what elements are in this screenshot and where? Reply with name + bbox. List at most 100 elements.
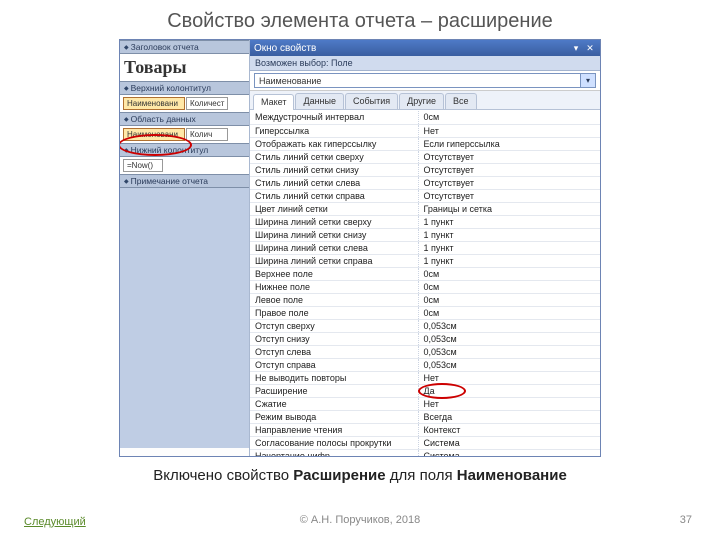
property-value[interactable]: 0,053см <box>418 332 600 345</box>
tab-all[interactable]: Все <box>445 93 477 109</box>
property-name: Отступ слева <box>250 345 418 358</box>
access-designer-window: Заголовок отчета Товары Верхний колонтит… <box>119 39 601 457</box>
property-value[interactable]: 0см <box>418 280 600 293</box>
dropdown-icon[interactable]: ▾ <box>570 42 582 54</box>
property-row[interactable]: РасширениеДа <box>250 384 600 397</box>
property-name: Ширина линий сетки справа <box>250 254 418 267</box>
property-name: Отступ справа <box>250 358 418 371</box>
property-name: Ширина линий сетки снизу <box>250 228 418 241</box>
property-value[interactable]: Границы и сетка <box>418 202 600 215</box>
property-value[interactable]: Если гиперссылка <box>418 137 600 150</box>
section-page-header[interactable]: Верхний колонтитул <box>120 81 249 95</box>
section-report-header[interactable]: Заголовок отчета <box>120 40 249 54</box>
property-value[interactable]: Отсутствует <box>418 176 600 189</box>
property-row[interactable]: Междустрочный интервал0см <box>250 111 600 124</box>
property-name: Правое поле <box>250 306 418 319</box>
property-value[interactable]: Всегда <box>418 410 600 423</box>
property-value[interactable]: 1 пункт <box>418 241 600 254</box>
report-title-label[interactable]: Товары <box>120 54 249 81</box>
property-row[interactable]: Левое поле0см <box>250 293 600 306</box>
property-row[interactable]: Ширина линий сетки справа1 пункт <box>250 254 600 267</box>
property-row[interactable]: Стиль линий сетки сверхуОтсутствует <box>250 150 600 163</box>
property-row[interactable]: Начертание цифрСистема <box>250 449 600 456</box>
section-detail[interactable]: Область данных <box>120 112 249 126</box>
selection-name-value: Наименование <box>259 76 321 86</box>
property-name: Сжатие <box>250 397 418 410</box>
property-name: Расширение <box>250 384 418 397</box>
property-row[interactable]: Правое поле0см <box>250 306 600 319</box>
property-name: Ширина линий сетки слева <box>250 241 418 254</box>
property-row[interactable]: Отображать как гиперссылкуЕсли гиперссыл… <box>250 137 600 150</box>
property-row[interactable]: Отступ слева0,053см <box>250 345 600 358</box>
property-value[interactable]: Контекст <box>418 423 600 436</box>
tab-events[interactable]: События <box>345 93 398 109</box>
property-value[interactable]: 1 пункт <box>418 215 600 228</box>
property-value[interactable]: 0,053см <box>418 319 600 332</box>
property-row[interactable]: Ширина линий сетки слева1 пункт <box>250 241 600 254</box>
chevron-down-icon[interactable]: ▾ <box>580 74 595 87</box>
property-name: Стиль линий сетки сверху <box>250 150 418 163</box>
property-sheet-titlebar: Окно свойств ▾ ✕ <box>250 40 600 56</box>
property-value[interactable]: 1 пункт <box>418 228 600 241</box>
property-row[interactable]: Ширина линий сетки снизу1 пункт <box>250 228 600 241</box>
close-icon[interactable]: ✕ <box>584 42 596 54</box>
property-value[interactable]: Система <box>418 449 600 456</box>
property-value[interactable]: Да <box>418 384 600 397</box>
property-row[interactable]: Отступ сверху0,053см <box>250 319 600 332</box>
property-name: Начертание цифр <box>250 449 418 456</box>
property-value[interactable]: Нет <box>418 371 600 384</box>
report-design-surface: Заголовок отчета Товары Верхний колонтит… <box>120 40 250 456</box>
detail-field-name[interactable]: Наименовани <box>123 128 185 141</box>
property-row[interactable]: Отступ справа0,053см <box>250 358 600 371</box>
property-value[interactable]: 0см <box>418 306 600 319</box>
selection-name-combo[interactable]: Наименование ▾ <box>254 73 596 88</box>
footer-now[interactable]: =Now() <box>123 159 163 172</box>
property-value[interactable]: 0,053см <box>418 358 600 371</box>
copyright: © А.Н. Поручиков, 2018 <box>0 514 720 526</box>
property-row[interactable]: Ширина линий сетки сверху1 пункт <box>250 215 600 228</box>
section-page-footer[interactable]: Нижний колонтитул <box>120 143 249 157</box>
property-value[interactable]: Нет <box>418 124 600 137</box>
property-value[interactable]: 0,053см <box>418 345 600 358</box>
property-value[interactable]: Отсутствует <box>418 163 600 176</box>
property-name: Нижнее поле <box>250 280 418 293</box>
property-row[interactable]: СжатиеНет <box>250 397 600 410</box>
page-number: 37 <box>680 514 692 526</box>
header-field-name[interactable]: Наименовани <box>123 97 185 110</box>
property-row[interactable]: Не выводить повторыНет <box>250 371 600 384</box>
property-name: Не выводить повторы <box>250 371 418 384</box>
property-value[interactable]: 0см <box>418 111 600 124</box>
property-sheet-title: Окно свойств <box>254 43 316 54</box>
property-value[interactable]: Отсутствует <box>418 189 600 202</box>
property-value[interactable]: 0см <box>418 267 600 280</box>
detail-field-qty[interactable]: Колич <box>186 128 228 141</box>
property-row[interactable]: Отступ снизу0,053см <box>250 332 600 345</box>
property-grid[interactable]: Междустрочный интервал0смГиперссылкаНетО… <box>250 110 600 456</box>
property-row[interactable]: Стиль линий сетки снизуОтсутствует <box>250 163 600 176</box>
tab-data[interactable]: Данные <box>295 93 344 109</box>
property-row[interactable]: Согласование полосы прокруткиСистема <box>250 436 600 449</box>
tab-other[interactable]: Другие <box>399 93 444 109</box>
property-tabs: Макет Данные События Другие Все <box>250 91 600 110</box>
property-row[interactable]: Стиль линий сетки справаОтсутствует <box>250 189 600 202</box>
property-name: Стиль линий сетки справа <box>250 189 418 202</box>
property-name: Стиль линий сетки снизу <box>250 163 418 176</box>
tab-layout[interactable]: Макет <box>253 94 294 110</box>
property-row[interactable]: Нижнее поле0см <box>250 280 600 293</box>
property-row[interactable]: Стиль линий сетки слеваОтсутствует <box>250 176 600 189</box>
section-report-footer[interactable]: Примечание отчета <box>120 174 249 188</box>
property-row[interactable]: Цвет линий сеткиГраницы и сетка <box>250 202 600 215</box>
property-value[interactable]: 0см <box>418 293 600 306</box>
property-name: Ширина линий сетки сверху <box>250 215 418 228</box>
property-row[interactable]: Верхнее поле0см <box>250 267 600 280</box>
property-name: Междустрочный интервал <box>250 111 418 124</box>
property-name: Отступ сверху <box>250 319 418 332</box>
property-value[interactable]: Отсутствует <box>418 150 600 163</box>
property-value[interactable]: Нет <box>418 397 600 410</box>
header-field-qty[interactable]: Количест <box>186 97 228 110</box>
property-row[interactable]: Направление чтенияКонтекст <box>250 423 600 436</box>
property-row[interactable]: ГиперссылкаНет <box>250 124 600 137</box>
property-value[interactable]: 1 пункт <box>418 254 600 267</box>
property-value[interactable]: Система <box>418 436 600 449</box>
property-row[interactable]: Режим выводаВсегда <box>250 410 600 423</box>
